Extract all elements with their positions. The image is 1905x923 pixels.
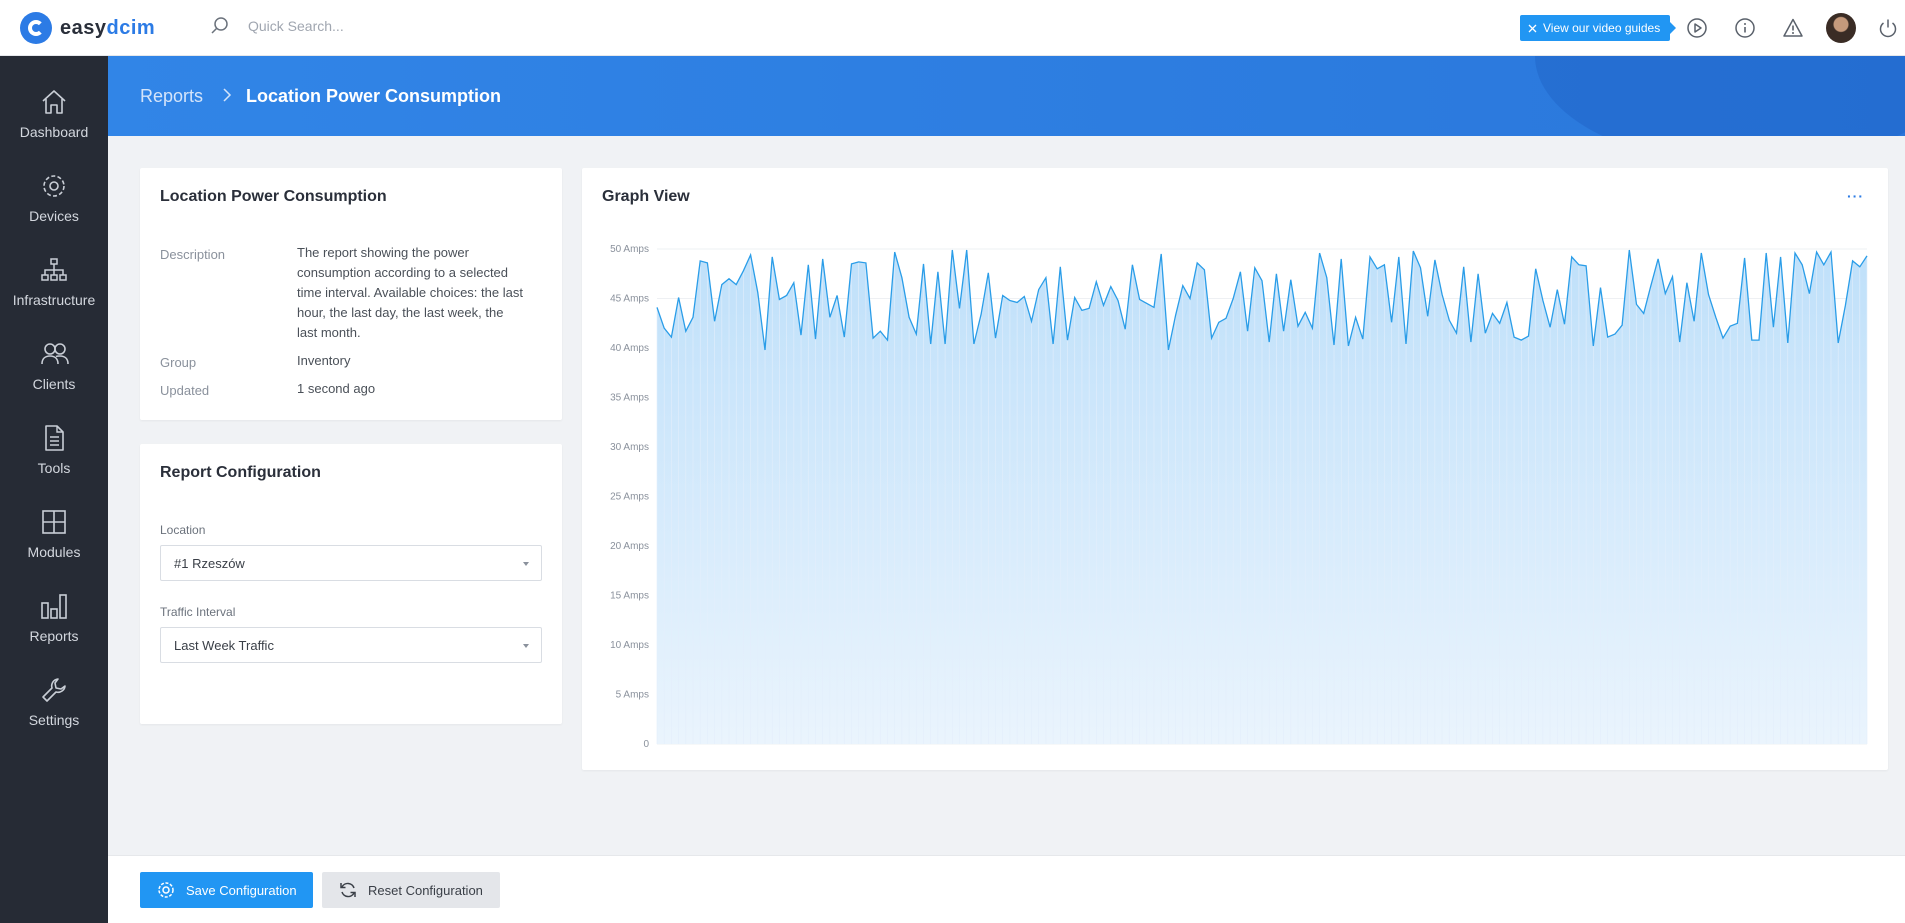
traffic-interval-label: Traffic Interval (160, 605, 236, 619)
quick-search[interactable]: Quick Search... (210, 16, 344, 36)
info-icon[interactable] (1734, 17, 1756, 39)
y-tick-label: 10 Amps (610, 640, 649, 651)
sidebar-item-label: Infrastructure (12, 292, 96, 308)
logo-text: easydcim (60, 16, 156, 39)
gear-icon (43, 175, 65, 197)
search-input[interactable]: Quick Search... (248, 18, 344, 34)
graph-view-card: Graph View ··· 05 Amps 10 Amps 15 Amps 20 A… (582, 168, 1888, 770)
sidebar-item-label: Tools (37, 460, 71, 476)
gear-icon (158, 882, 174, 898)
users-icon (41, 343, 69, 365)
location-select[interactable]: #1 Rzeszów (160, 545, 542, 581)
sidebar: Dashboard Devices Infrastructure Clients… (0, 56, 108, 923)
y-tick-label: 45 Amps (610, 294, 649, 305)
wrench-icon (42, 678, 66, 702)
sidebar-item-label: Devices (29, 208, 79, 224)
logo[interactable]: easydcim (20, 12, 155, 44)
reset-configuration-button[interactable]: Reset Configuration (322, 872, 500, 908)
sidebar-item-reports[interactable]: Reports (0, 582, 108, 666)
caret-down-icon (523, 562, 529, 566)
video-guides-label: View our video guides (1543, 21, 1661, 35)
report-info-card: Location Power Consumption Description T… (140, 168, 562, 420)
sidebar-item-clients[interactable]: Clients (0, 330, 108, 414)
sidebar-item-label: Dashboard (19, 124, 89, 140)
save-configuration-label: Save Configuration (186, 882, 297, 898)
y-axis: 0 5 Amps 10 Amps 15 Amps 20 Amps 25 Amps 30 Am… (610, 244, 649, 750)
updated-value: 1 second ago (297, 381, 376, 396)
report-configuration-card: Report Configuration Location #1 Rzeszów… (140, 444, 562, 724)
close-icon[interactable] (1528, 24, 1537, 33)
bar-chart-icon (41, 594, 67, 619)
group-value: Inventory (297, 353, 351, 368)
grid-icon (42, 510, 66, 534)
group-label: Group (160, 355, 197, 370)
play-circle-icon[interactable] (1686, 17, 1708, 39)
top-bar: easydcim Quick Search... View our video … (0, 0, 1905, 56)
y-tick-label: 20 Amps (610, 541, 649, 552)
description-value: The report showing the power consumption… (297, 245, 523, 340)
sidebar-item-label: Reports (29, 628, 79, 644)
header-decoration (1535, 56, 1905, 136)
y-tick-label: 15 Amps (610, 591, 649, 602)
refresh-icon (340, 882, 356, 898)
sidebar-item-label: Settings (28, 712, 80, 728)
save-configuration-button[interactable]: Save Configuration (140, 872, 313, 908)
reset-configuration-label: Reset Configuration (368, 882, 483, 898)
power-chart: 0 5 Amps 10 Amps 15 Amps 20 Amps 25 Amps 30 Am… (610, 244, 1868, 750)
warning-icon[interactable] (1782, 17, 1804, 39)
description-label: Description (160, 247, 226, 262)
document-icon (45, 425, 64, 451)
footer-bar: Save Configuration Reset Configuration (108, 855, 1905, 923)
location-label: Location (160, 523, 206, 537)
traffic-interval-value: Last Week Traffic (174, 638, 274, 653)
logo-icon (20, 12, 52, 44)
video-guides-button[interactable]: View our video guides (1520, 15, 1677, 41)
y-tick-label: 5 Amps (616, 690, 649, 701)
traffic-interval-select[interactable]: Last Week Traffic (160, 627, 542, 663)
sidebar-item-devices[interactable]: Devices (0, 162, 108, 246)
power-icon[interactable] (1877, 17, 1899, 39)
y-tick-label: 35 Amps (610, 393, 649, 404)
card-title: Report Configuration (160, 464, 321, 481)
updated-label: Updated (160, 383, 210, 398)
sidebar-item-dashboard[interactable]: Dashboard (0, 78, 108, 162)
y-tick-label: 40 Amps (610, 343, 649, 354)
sitemap-icon (41, 258, 67, 281)
home-icon (42, 90, 66, 114)
avatar[interactable] (1826, 13, 1856, 43)
y-tick-label: 30 Amps (610, 442, 649, 453)
y-tick-label: 50 Amps (610, 244, 649, 255)
sidebar-item-settings[interactable]: Settings (0, 666, 108, 750)
sidebar-item-tools[interactable]: Tools (0, 414, 108, 498)
caret-down-icon (523, 644, 529, 648)
y-tick-label: 25 Amps (610, 492, 649, 503)
sidebar-item-label: Clients (32, 376, 76, 392)
page-header: Reports Location Power Consumption (108, 56, 1905, 136)
search-icon (211, 17, 228, 34)
card-title: Location Power Consumption (160, 188, 387, 205)
y-tick-label: 0 (643, 739, 649, 750)
chevron-right-icon (223, 88, 232, 102)
breadcrumb-parent[interactable]: Reports (140, 86, 203, 107)
sidebar-item-modules[interactable]: Modules (0, 498, 108, 582)
sidebar-item-label: Modules (27, 544, 81, 560)
page-title: Location Power Consumption (246, 86, 501, 106)
location-value: #1 Rzeszów (174, 556, 245, 571)
sidebar-item-infrastructure[interactable]: Infrastructure (0, 246, 108, 330)
